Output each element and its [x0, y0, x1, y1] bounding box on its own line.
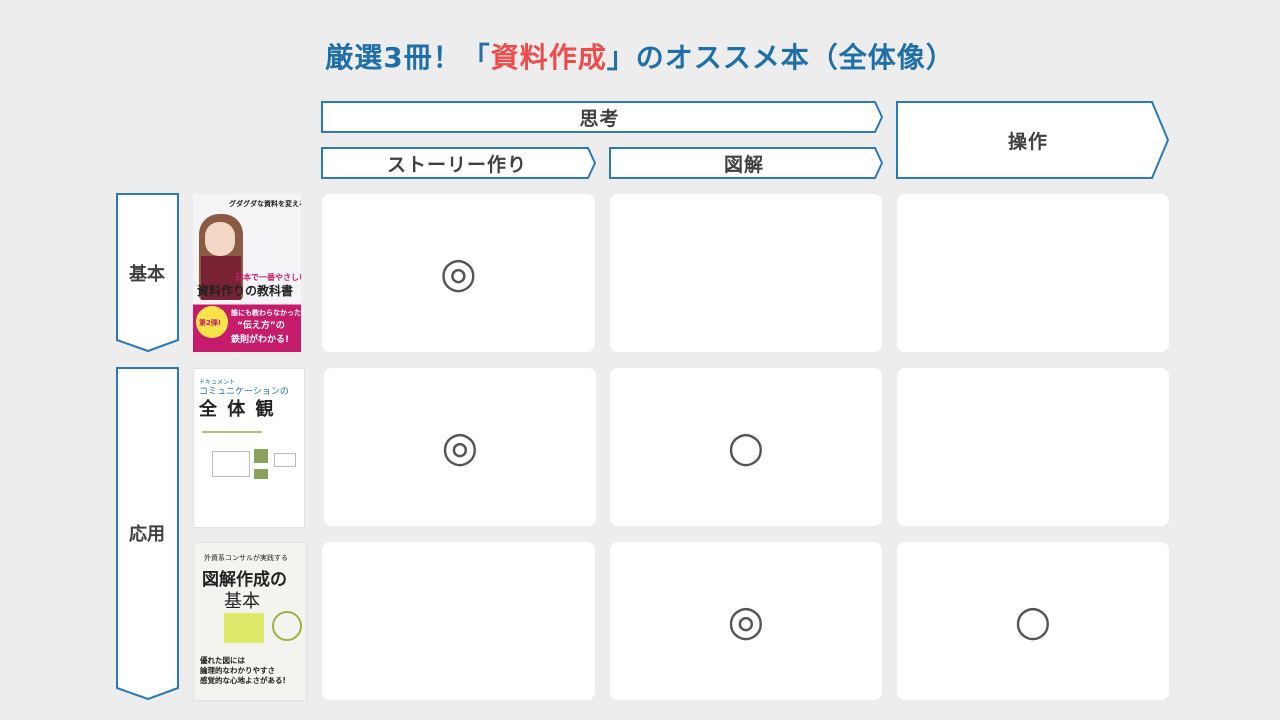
rating-mark: ○ — [727, 422, 765, 471]
header-thinking: 思考 — [579, 107, 620, 130]
header-story: ストーリー作り — [386, 153, 527, 176]
cell-basic-operation — [897, 194, 1169, 352]
row-label-basic: 基本 — [129, 264, 165, 285]
header-diagram: 図解 — [723, 153, 764, 176]
cell-applied2-operation: ○ — [897, 542, 1169, 700]
rating-mark: ◎ — [440, 248, 477, 297]
cell-applied2-story — [322, 542, 595, 700]
cell-applied1-story: ◎ — [324, 368, 596, 526]
cell-basic-story: ◎ — [322, 194, 595, 352]
rating-mark: ◎ — [441, 422, 479, 471]
cell-applied2-diagram: ◎ — [610, 542, 882, 700]
rating-mark: ○ — [1014, 596, 1052, 645]
row-label-applied: 応用 — [129, 524, 165, 545]
rating-mark: ◎ — [727, 596, 765, 645]
book-cover-zukai-sakusei: 外資系コンサルが実践する 図解作成の 基本 優れた図には 論理的なわかりやすさ … — [193, 542, 307, 701]
book-cover-document-zentaikan: ドキュメント コミュニケーションの 全 体 観 — [193, 368, 305, 528]
cell-applied1-operation — [897, 368, 1169, 526]
header-operation: 操作 — [1007, 130, 1048, 153]
cell-basic-diagram — [610, 194, 882, 352]
cell-applied1-diagram: ○ — [610, 368, 882, 526]
book-cover-shiryou-kyoukasho: グダグダな資料を変える! 日本で一番やさしい 資料作りの教科書 誰にも教わらなか… — [193, 194, 301, 352]
